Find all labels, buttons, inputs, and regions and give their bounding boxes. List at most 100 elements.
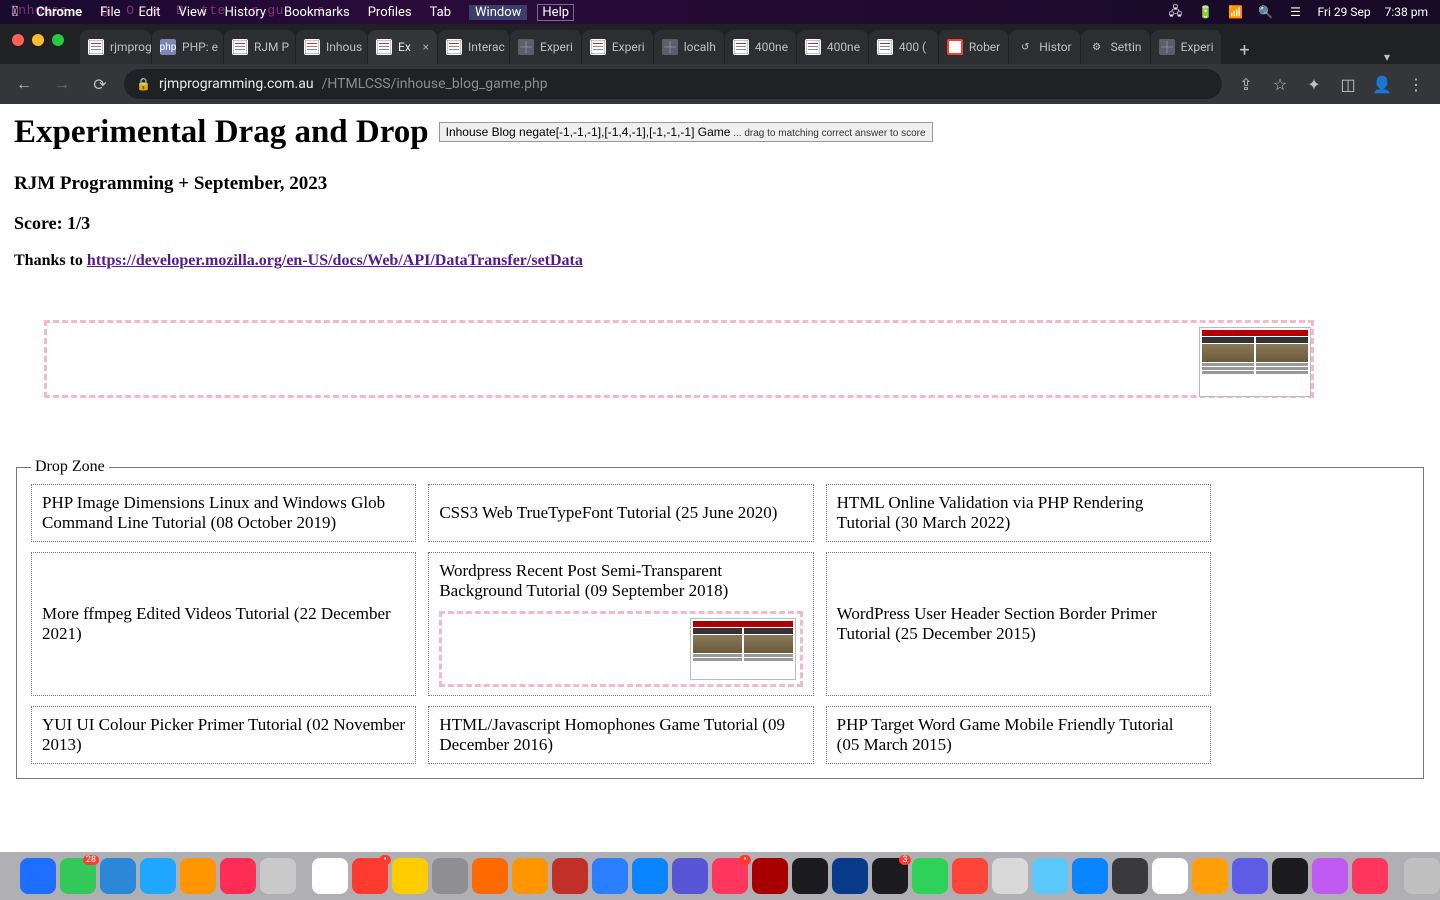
dock-app-icon[interactable] xyxy=(260,858,296,894)
dock-app-icon[interactable] xyxy=(100,858,136,894)
dock-app-icon[interactable] xyxy=(20,858,56,894)
dock-app-icon[interactable] xyxy=(552,858,588,894)
menubar-date[interactable]: Fri 29 Sep xyxy=(1317,5,1370,19)
browser-tab[interactable]: 400 ( xyxy=(869,30,939,64)
browser-tab[interactable]: Interac xyxy=(438,30,510,64)
control-center-icon[interactable]: ☰ xyxy=(1287,5,1303,19)
browser-tab[interactable]: Experi xyxy=(1151,30,1223,64)
dock-app-icon[interactable]: • xyxy=(712,858,748,894)
dropped-thumbnail[interactable] xyxy=(690,618,796,680)
drop-cell[interactable]: PHP Image Dimensions Linux and Windows G… xyxy=(31,484,416,542)
thanks-link[interactable]: https://developer.mozilla.org/en-US/docs… xyxy=(87,252,583,269)
dock-app-icon[interactable] xyxy=(1272,858,1308,894)
dock-app-icon[interactable] xyxy=(1152,858,1188,894)
browser-tab[interactable]: rjmprog xyxy=(80,30,152,64)
menu-edit[interactable]: Edit xyxy=(139,5,161,20)
browser-tab[interactable]: ↺Histor xyxy=(1009,30,1080,64)
bluetooth-icon[interactable]: 🖧 xyxy=(1167,2,1183,23)
tab-close-icon[interactable]: × xyxy=(423,40,429,54)
dock-app-icon[interactable] xyxy=(792,858,828,894)
drag-source-tray[interactable] xyxy=(44,320,1314,398)
apple-menu-icon[interactable]:  xyxy=(12,4,18,20)
browser-tab[interactable]: 400ne xyxy=(797,30,869,64)
browser-tab[interactable]: localh xyxy=(654,30,725,64)
dock-app-icon[interactable] xyxy=(392,858,428,894)
menu-profiles[interactable]: Profiles xyxy=(368,5,412,20)
forward-button[interactable]: → xyxy=(48,70,76,98)
close-window-button[interactable] xyxy=(12,34,24,46)
reload-button[interactable]: ⟳ xyxy=(86,70,114,98)
browser-tab[interactable]: Ex× xyxy=(368,30,438,64)
dock-app-icon[interactable] xyxy=(140,858,176,894)
dock-app-icon[interactable] xyxy=(1404,858,1440,894)
menu-app[interactable]: Chrome xyxy=(36,5,82,20)
sidepanel-button[interactable]: ◫ xyxy=(1334,70,1362,98)
browser-tab[interactable]: Inhous xyxy=(296,30,368,64)
battery-icon[interactable]: 🔋 xyxy=(1197,5,1213,19)
share-button[interactable]: ⇪ xyxy=(1232,70,1260,98)
dock-app-icon[interactable] xyxy=(512,858,548,894)
dock-app-icon[interactable] xyxy=(1232,858,1268,894)
new-tab-button[interactable]: + xyxy=(1230,36,1258,64)
dock-app-icon[interactable] xyxy=(312,858,348,894)
profile-button[interactable]: 👤 xyxy=(1368,70,1396,98)
menu-file[interactable]: File xyxy=(100,5,120,20)
game-mode-button[interactable]: Inhouse Blog negate[-1,-1,-1],[-1,4,-1],… xyxy=(439,122,933,142)
drop-cell[interactable]: HTML Online Validation via PHP Rendering… xyxy=(826,484,1211,542)
drop-cell[interactable]: WordPress User Header Section Border Pri… xyxy=(826,552,1211,696)
browser-tab[interactable]: phpPHP: e xyxy=(152,30,224,64)
browser-tab[interactable]: Experi xyxy=(582,30,654,64)
draggable-thumbnail[interactable] xyxy=(1199,327,1311,397)
dock-app-icon[interactable]: 28 xyxy=(60,858,96,894)
dock-app-icon[interactable] xyxy=(1312,858,1348,894)
menu-help[interactable]: Help xyxy=(541,5,574,20)
spotlight-icon[interactable]: 🔍 xyxy=(1257,5,1273,19)
browser-tab[interactable]: ⚙Settin xyxy=(1081,30,1151,64)
menu-history[interactable]: History xyxy=(225,5,266,20)
dock-app-icon[interactable] xyxy=(592,858,628,894)
dock-app-icon[interactable] xyxy=(1352,858,1388,894)
back-button[interactable]: ← xyxy=(10,70,38,98)
dock-app-icon[interactable]: 3 xyxy=(872,858,908,894)
dock-app-icon[interactable] xyxy=(1192,858,1228,894)
chrome-menu-button[interactable]: ⋮ xyxy=(1402,70,1430,98)
zoom-window-button[interactable] xyxy=(52,34,64,46)
extensions-button[interactable]: ✦ xyxy=(1300,70,1328,98)
dock-app-icon[interactable] xyxy=(1112,858,1148,894)
browser-tab[interactable]: Experi xyxy=(510,30,582,64)
minimize-window-button[interactable] xyxy=(32,34,44,46)
dock-app-icon[interactable] xyxy=(432,858,468,894)
drop-cell[interactable]: Wordpress Recent Post Semi-Transparent B… xyxy=(428,552,813,696)
menu-tab[interactable]: Tab xyxy=(430,5,451,20)
wifi-icon[interactable]: 📶 xyxy=(1227,5,1243,19)
drop-cell[interactable]: HTML/Javascript Homophones Game Tutorial… xyxy=(428,706,813,764)
drop-cell[interactable]: YUI UI Colour Picker Primer Tutorial (02… xyxy=(31,706,416,764)
drop-cell[interactable]: PHP Target Word Game Mobile Friendly Tut… xyxy=(826,706,1211,764)
menu-view[interactable]: View xyxy=(179,5,207,20)
bookmark-button[interactable]: ☆ xyxy=(1266,70,1294,98)
dock-app-icon[interactable] xyxy=(1032,858,1068,894)
browser-tab[interactable]: RJM P xyxy=(224,30,296,64)
dock-app-icon[interactable] xyxy=(952,858,988,894)
browser-tab[interactable]: 400ne xyxy=(725,30,797,64)
page-viewport[interactable]: Experimental Drag and Drop Inhouse Blog … xyxy=(0,104,1440,852)
dock-app-icon[interactable] xyxy=(912,858,948,894)
browser-tab[interactable]: Rober xyxy=(939,30,1009,64)
dock-app-icon[interactable] xyxy=(992,858,1028,894)
tab-overflow-button[interactable]: ▾ xyxy=(1374,50,1400,64)
dock-app-icon[interactable] xyxy=(672,858,708,894)
dock-app-icon[interactable] xyxy=(472,858,508,894)
drop-cell[interactable]: More ffmpeg Edited Videos Tutorial (22 D… xyxy=(31,552,416,696)
dock-app-icon[interactable] xyxy=(832,858,868,894)
drop-cell[interactable]: CSS3 Web TrueTypeFont Tutorial (25 June … xyxy=(428,484,813,542)
dock-app-icon[interactable] xyxy=(220,858,256,894)
matched-drop-area[interactable] xyxy=(439,611,802,687)
dock-app-icon[interactable] xyxy=(632,858,668,894)
menubar-time[interactable]: 7:38 pm xyxy=(1385,5,1428,19)
address-bar[interactable]: 🔒 rjmprogramming.com.au/HTMLCSS/inhouse_… xyxy=(124,69,1222,99)
menu-bookmarks[interactable]: Bookmarks xyxy=(284,5,350,20)
dock-app-icon[interactable] xyxy=(180,858,216,894)
dock-app-icon[interactable] xyxy=(752,858,788,894)
dock-app-icon[interactable]: • xyxy=(352,858,388,894)
dock-app-icon[interactable] xyxy=(1072,858,1108,894)
